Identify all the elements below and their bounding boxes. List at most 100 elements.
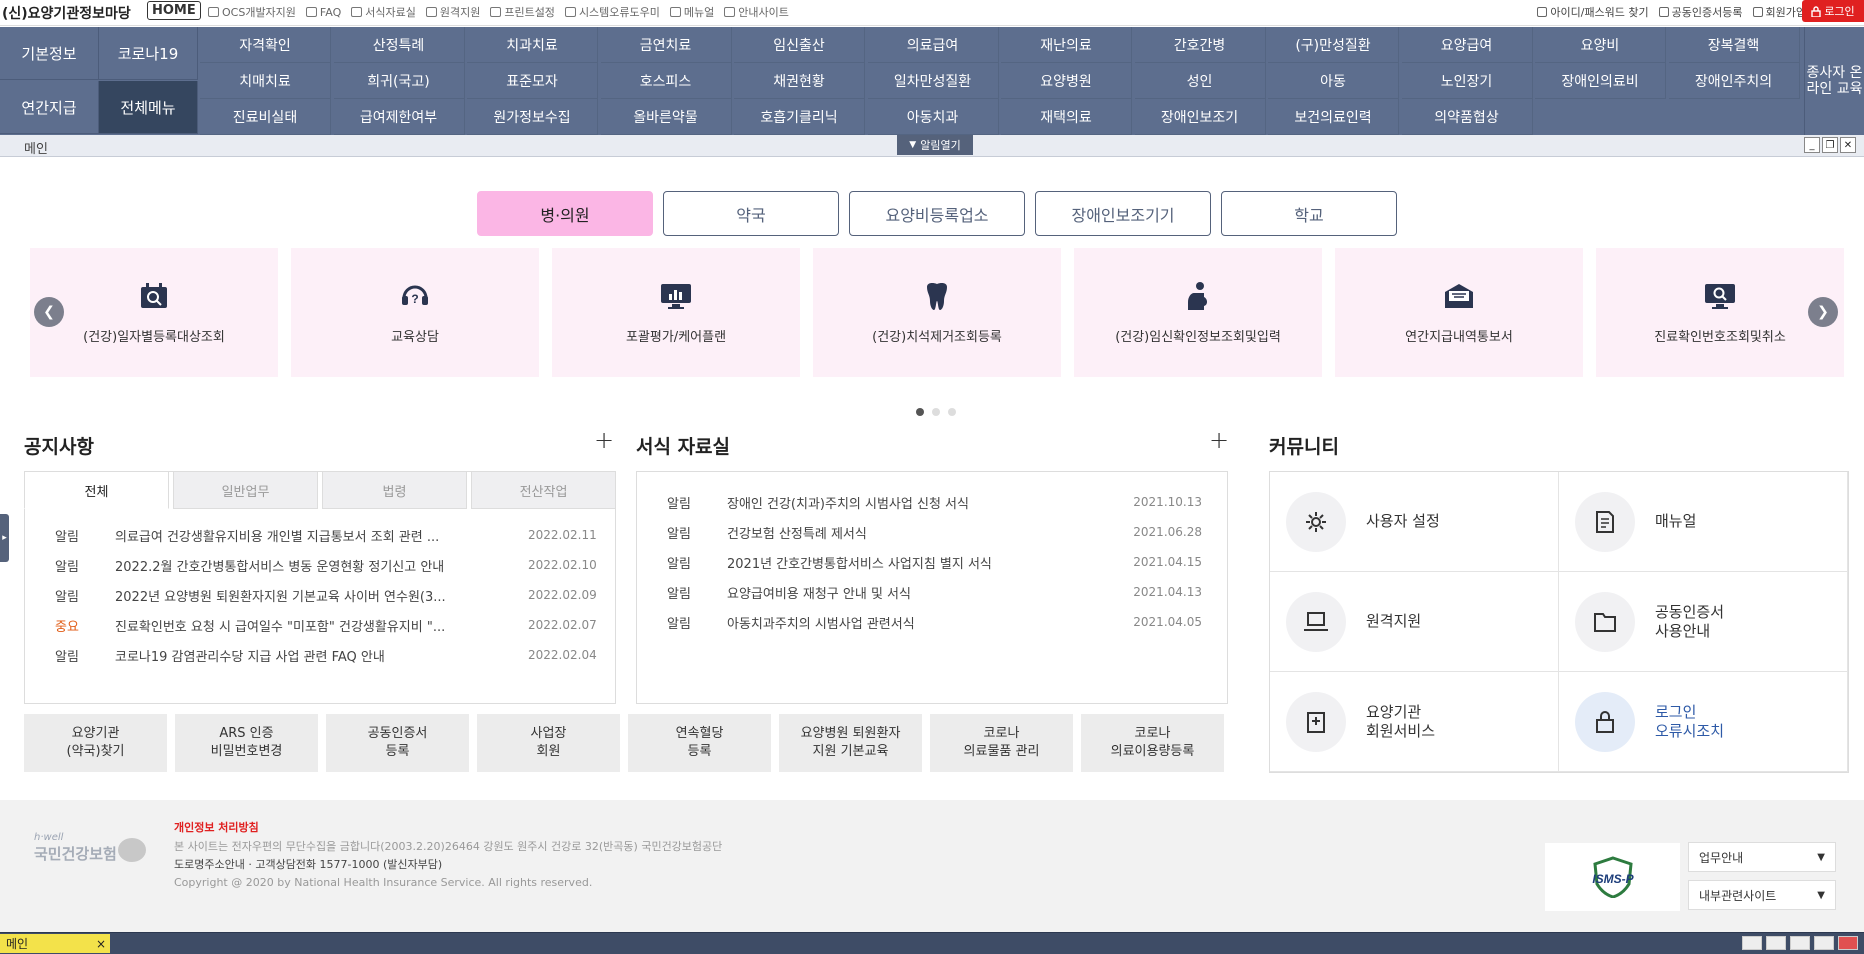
- segment-tab[interactable]: 요양비등록업소: [849, 191, 1025, 236]
- quick-button[interactable]: 코로나 의료물품 관리: [930, 714, 1073, 772]
- service-card[interactable]: (건강)일자별등록대상조회: [30, 248, 278, 377]
- menu-item[interactable]: 의료급여: [867, 27, 999, 63]
- service-card[interactable]: (건강)치석제거조회등록: [813, 248, 1061, 377]
- community-item[interactable]: 매뉴얼: [1559, 472, 1848, 572]
- quick-button[interactable]: ARS 인증 비밀번호변경: [175, 714, 318, 772]
- menu-item[interactable]: 희귀(국고): [333, 63, 465, 99]
- menu-item[interactable]: 요양병원: [1001, 63, 1132, 99]
- menu-item[interactable]: 산정특례: [333, 27, 465, 63]
- carousel-dot[interactable]: [932, 408, 940, 416]
- community-item[interactable]: 원격지원: [1270, 572, 1559, 672]
- carousel-dot[interactable]: [948, 408, 956, 416]
- notice-tab[interactable]: 일반업무: [173, 471, 318, 509]
- menu-item[interactable]: 간호간병: [1134, 27, 1266, 63]
- menu-corona19[interactable]: 코로나19: [99, 27, 198, 80]
- menu-item[interactable]: 원가정보수집: [467, 99, 598, 135]
- notice-row[interactable]: 중요 진료확인번호 요청 시 급여일수 "미포함" 건강생활유지비 "... 202…: [55, 615, 597, 635]
- related-sites-select[interactable]: 내부관련사이트 ▼: [1688, 880, 1836, 910]
- forms-row[interactable]: 알림 요양급여비용 재청구 안내 및 서식 2021.04.13: [667, 582, 1202, 602]
- tab-main[interactable]: 메인: [24, 138, 48, 157]
- community-item[interactable]: 공동인증서 사용안내: [1559, 572, 1848, 672]
- top-link[interactable]: 원격지원: [425, 4, 480, 20]
- service-card[interactable]: (건강)임신확인정보조회및입력: [1074, 248, 1322, 377]
- layout-single-icon[interactable]: [1742, 936, 1762, 950]
- quick-button[interactable]: 요양병원 퇴원환자 지원 기본교육: [779, 714, 922, 772]
- segment-tab[interactable]: 학교: [1221, 191, 1397, 236]
- menu-item[interactable]: 장애인보조기: [1134, 99, 1266, 135]
- menu-item[interactable]: 치매치료: [200, 63, 331, 99]
- quick-button[interactable]: 코로나 의료이용량등록: [1081, 714, 1224, 772]
- menu-basic-info[interactable]: 기본정보: [0, 27, 99, 80]
- menu-item[interactable]: 장애인주치의: [1668, 63, 1800, 99]
- top-link[interactable]: 프린트설정: [490, 4, 555, 20]
- menu-all[interactable]: 전체메뉴: [99, 81, 198, 134]
- community-item[interactable]: 로그인 오류시조치: [1559, 672, 1848, 772]
- top-link[interactable]: OCS개발자지원: [208, 4, 296, 20]
- top-link[interactable]: FAQ: [305, 4, 341, 20]
- menu-item[interactable]: 채권현황: [734, 63, 865, 99]
- account-link[interactable]: 회원가입: [1752, 4, 1806, 20]
- account-link[interactable]: 아이디/패스워드 찾기: [1537, 4, 1649, 20]
- forms-row[interactable]: 알림 아동치과주치의 시범사업 관련서식 2021.04.05: [667, 612, 1202, 632]
- home-button[interactable]: HOME: [147, 1, 201, 20]
- top-link[interactable]: 서식자료실: [351, 4, 416, 20]
- quick-button[interactable]: 공동인증서 등록: [326, 714, 469, 772]
- community-item[interactable]: 사용자 설정: [1270, 472, 1559, 572]
- status-tab-main[interactable]: 메인 ×: [0, 934, 110, 953]
- layout-split-icon[interactable]: [1766, 936, 1786, 950]
- notice-tab[interactable]: 법령: [322, 471, 467, 509]
- alert-open-button[interactable]: ▼ 알림열기: [897, 135, 973, 155]
- forms-more-icon[interactable]: +: [1209, 426, 1229, 454]
- carousel-prev-button[interactable]: ❮: [34, 297, 64, 327]
- service-card[interactable]: ? 교육상담: [291, 248, 539, 377]
- menu-item[interactable]: 아동치과: [867, 99, 999, 135]
- notice-more-icon[interactable]: +: [594, 426, 614, 454]
- menu-item[interactable]: 일차만성질환: [867, 63, 999, 99]
- quick-button[interactable]: 연속혈당 등록: [628, 714, 771, 772]
- menu-item[interactable]: 올바른약물: [600, 99, 732, 135]
- menu-item[interactable]: 치과치료: [467, 27, 598, 63]
- menu-item[interactable]: 급여제한여부: [333, 99, 465, 135]
- carousel-dot[interactable]: [916, 408, 924, 416]
- menu-item[interactable]: 재택의료: [1001, 99, 1132, 135]
- footer-line2[interactable]: 도로명주소안내 · 고객상담전화 1577-1000 (발신자부담): [174, 856, 722, 874]
- close-icon[interactable]: ✕: [1840, 137, 1856, 153]
- menu-item[interactable]: 장애인의료비: [1535, 63, 1666, 99]
- menu-item[interactable]: 재난의료: [1001, 27, 1132, 63]
- notice-row[interactable]: 알림 2022.2월 간호간병통합서비스 병동 운영현황 정기신고 안내 2022.…: [55, 555, 597, 575]
- menu-item[interactable]: 장복결핵: [1668, 27, 1800, 63]
- menu-item[interactable]: 표준모자: [467, 63, 598, 99]
- notice-row[interactable]: 알림 의료급여 건강생활유지비용 개인별 지급통보서 조회 관련 ... 2022.…: [55, 525, 597, 545]
- quick-button[interactable]: 사업장 회원: [477, 714, 620, 772]
- side-panel-toggle[interactable]: ▸: [0, 514, 9, 562]
- community-item[interactable]: 요양기관 회원서비스: [1270, 672, 1559, 772]
- work-guide-select[interactable]: 업무안내 ▼: [1688, 842, 1836, 872]
- menu-item[interactable]: 노인장기: [1401, 63, 1533, 99]
- menu-item[interactable]: 호스피스: [600, 63, 732, 99]
- menu-item[interactable]: 요양급여: [1401, 27, 1533, 63]
- layout-tile-icon[interactable]: [1814, 936, 1834, 950]
- top-link[interactable]: 메뉴얼: [669, 4, 714, 20]
- notice-row[interactable]: 알림 2022년 요양병원 퇴원환자지원 기본교육 사이버 연수원(3... 202…: [55, 585, 597, 605]
- notice-tab[interactable]: 전체: [24, 471, 169, 509]
- menu-item[interactable]: 자격확인: [200, 27, 331, 63]
- top-link[interactable]: 안내사이트: [724, 4, 789, 20]
- login-button[interactable]: 로그인: [1802, 0, 1864, 22]
- privacy-policy-link[interactable]: 개인정보 처리방침: [174, 819, 259, 835]
- forms-row[interactable]: 알림 건강보험 산정특례 제서식 2021.06.28: [667, 522, 1202, 542]
- menu-item[interactable]: 보건의료인력: [1268, 99, 1399, 135]
- menu-item[interactable]: 진료비실태: [200, 99, 331, 135]
- menu-item[interactable]: 의약품협상: [1401, 99, 1533, 135]
- menu-item[interactable]: 임신출산: [734, 27, 865, 63]
- layout-cascade-icon[interactable]: [1790, 936, 1810, 950]
- segment-tab[interactable]: 장애인보조기기: [1035, 191, 1211, 236]
- menu-item[interactable]: 아동: [1268, 63, 1399, 99]
- service-card[interactable]: 포괄평가/케어플랜: [552, 248, 800, 377]
- service-card[interactable]: 연간지급내역통보서: [1335, 248, 1583, 377]
- restore-icon[interactable]: ❐: [1822, 137, 1838, 153]
- close-all-icon[interactable]: [1838, 936, 1858, 950]
- carousel-next-button[interactable]: ❯: [1808, 297, 1838, 327]
- menu-item[interactable]: 호흡기클리닉: [734, 99, 865, 135]
- menu-item[interactable]: 성인: [1134, 63, 1266, 99]
- menu-item[interactable]: 요양비: [1535, 27, 1666, 63]
